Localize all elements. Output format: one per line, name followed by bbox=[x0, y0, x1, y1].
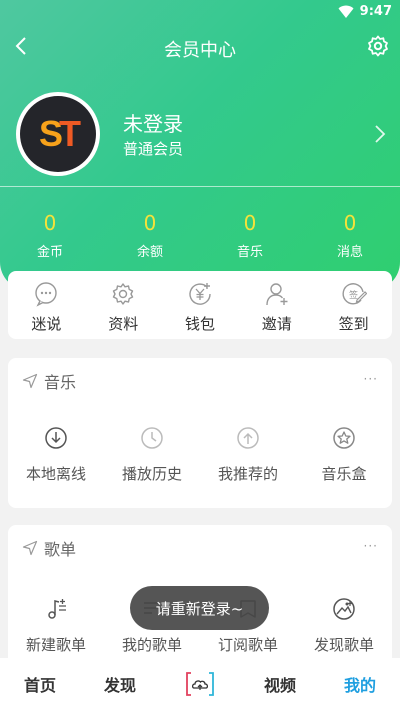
quick-action-mishuo[interactable]: 迷说 bbox=[8, 271, 85, 339]
quick-action-label: 钱包 bbox=[184, 315, 215, 333]
section-header: 歌单 bbox=[22, 537, 76, 559]
tile-play-history[interactable]: 播放历史 bbox=[104, 426, 200, 484]
status-time: 9:47 bbox=[359, 4, 392, 19]
page-title: 会员中心 bbox=[164, 40, 236, 61]
gear-icon bbox=[112, 283, 134, 305]
section-title: 歌单 bbox=[44, 540, 77, 559]
music-section: 音乐 ··· 本地离线 播放历史 我推荐的 音乐盒 bbox=[8, 358, 392, 508]
music-tiles: 本地离线 播放历史 我推荐的 音乐盒 bbox=[8, 426, 392, 484]
user-name: 未登录 bbox=[123, 112, 183, 136]
stat-value: 0 bbox=[143, 211, 157, 235]
stat-balance[interactable]: 0 余额 bbox=[100, 210, 200, 260]
stat-value: 0 bbox=[43, 211, 57, 235]
upload-icon bbox=[237, 427, 259, 449]
tile-local-offline[interactable]: 本地离线 bbox=[8, 426, 104, 484]
stat-value: 0 bbox=[343, 211, 357, 235]
section-header: 音乐 bbox=[22, 370, 76, 392]
clock-icon bbox=[141, 427, 163, 449]
tile-label: 新建歌单 bbox=[25, 636, 86, 654]
add-user-icon bbox=[266, 283, 288, 306]
tile-label: 音乐盒 bbox=[321, 465, 367, 483]
divider bbox=[0, 186, 400, 187]
more-icon[interactable]: ··· bbox=[364, 539, 378, 553]
bottom-nav: 首页 发现 视频 我的 bbox=[0, 658, 400, 710]
tile-label: 我的歌单 bbox=[121, 636, 182, 654]
status-bar: 9:47 bbox=[0, 0, 400, 24]
avatar-letter-t: T bbox=[59, 113, 81, 154]
send-icon bbox=[22, 373, 38, 389]
tile-new-playlist[interactable]: 新建歌单 bbox=[8, 597, 104, 655]
stats-row: 0 金币 0 余额 0 音乐 0 消息 bbox=[0, 210, 400, 260]
gear-icon[interactable] bbox=[366, 34, 390, 58]
tile-label: 订阅歌单 bbox=[217, 636, 278, 654]
new-playlist-icon bbox=[48, 599, 66, 619]
discover-icon bbox=[333, 598, 355, 620]
quick-action-label: 资料 bbox=[108, 315, 139, 333]
more-icon[interactable]: ··· bbox=[364, 372, 378, 386]
chevron-right-icon[interactable] bbox=[372, 123, 388, 145]
quick-action-label: 邀请 bbox=[261, 315, 292, 333]
chat-icon bbox=[35, 282, 58, 307]
nav-item-discover[interactable]: 发现 bbox=[80, 672, 160, 696]
tile-label: 本地离线 bbox=[25, 465, 86, 483]
stat-label: 消息 bbox=[336, 245, 363, 260]
toast-message: 请重新登录~ bbox=[130, 586, 269, 630]
stat-label: 金币 bbox=[36, 245, 63, 260]
tile-discover-playlist[interactable]: 发现歌单 bbox=[296, 597, 392, 655]
nav-item-mine[interactable]: 我的 bbox=[320, 672, 400, 696]
download-icon bbox=[45, 427, 67, 449]
quick-action-wallet[interactable]: 钱包 bbox=[162, 271, 239, 339]
quick-action-invite[interactable]: 邀请 bbox=[238, 271, 315, 339]
quick-action-label: 迷说 bbox=[31, 315, 62, 333]
tile-music-box[interactable]: 音乐盒 bbox=[296, 426, 392, 484]
profile-row[interactable]: ST 未登录 普通会员 bbox=[0, 90, 400, 180]
quick-action-sign-in[interactable]: 签 签到 bbox=[315, 271, 392, 339]
svg-text:签: 签 bbox=[349, 289, 358, 301]
cloud-upload-icon bbox=[186, 672, 214, 696]
quick-actions-card: 迷说 资料 钱包 邀请 签 签到 bbox=[8, 271, 392, 339]
nav-item-upload[interactable] bbox=[160, 671, 240, 697]
tile-label: 发现歌单 bbox=[313, 636, 374, 654]
wifi-icon bbox=[338, 5, 354, 18]
stat-value: 0 bbox=[243, 211, 257, 235]
user-level: 普通会员 bbox=[123, 140, 184, 158]
avatar-logo: ST bbox=[20, 96, 96, 172]
stat-label: 音乐 bbox=[236, 245, 263, 260]
stat-label: 余额 bbox=[136, 245, 163, 260]
quick-action-label: 签到 bbox=[338, 315, 369, 333]
avatar[interactable]: ST bbox=[16, 92, 100, 176]
top-bar: 会员中心 bbox=[0, 28, 400, 66]
quick-action-profile[interactable]: 资料 bbox=[85, 271, 162, 339]
send-icon bbox=[22, 540, 38, 556]
tile-my-recommended[interactable]: 我推荐的 bbox=[200, 426, 296, 484]
sign-in-icon: 签 bbox=[342, 283, 367, 305]
tile-label: 播放历史 bbox=[121, 465, 182, 483]
avatar-letter-s: S bbox=[38, 113, 63, 154]
stat-music[interactable]: 0 音乐 bbox=[200, 210, 300, 260]
nav-item-home[interactable]: 首页 bbox=[0, 672, 80, 696]
wallet-icon bbox=[189, 283, 211, 305]
section-title: 音乐 bbox=[44, 373, 77, 392]
stat-messages[interactable]: 0 消息 bbox=[300, 210, 400, 260]
tile-label: 我推荐的 bbox=[217, 465, 278, 483]
stat-coins[interactable]: 0 金币 bbox=[0, 210, 100, 260]
star-icon bbox=[333, 427, 355, 449]
nav-item-video[interactable]: 视频 bbox=[240, 672, 320, 696]
